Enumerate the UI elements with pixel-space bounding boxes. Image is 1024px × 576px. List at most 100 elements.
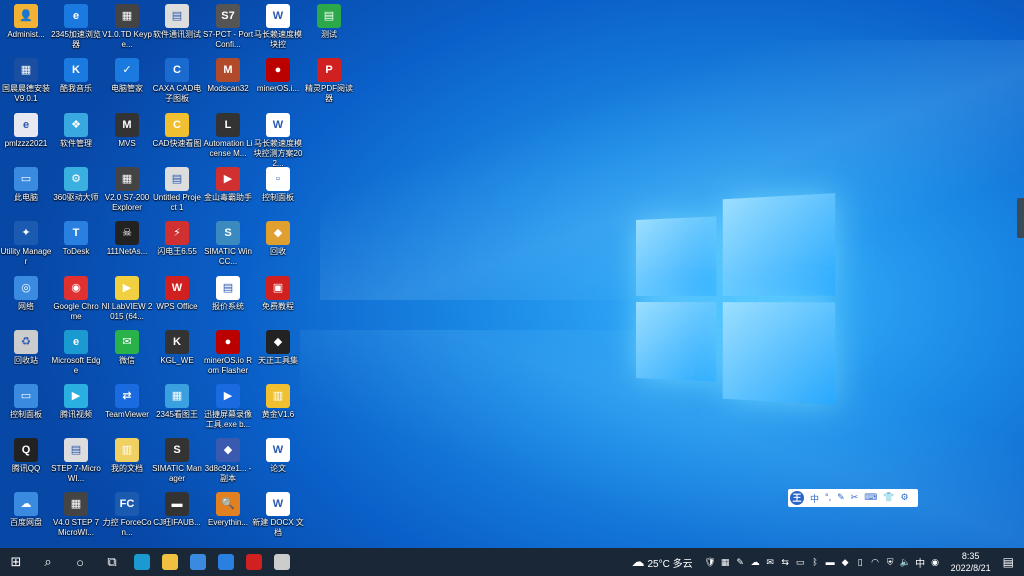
desktop-icon[interactable]: ▤ 测试	[303, 4, 355, 40]
desktop-icon[interactable]: ▤ STEP 7-MicroWI...	[50, 438, 102, 484]
taskbar-store-icon[interactable]	[184, 548, 212, 576]
desktop-icon[interactable]: K 酷我音乐	[50, 58, 102, 94]
desktop-icon[interactable]: ▶ 腾讯视频	[50, 384, 102, 420]
tray-network-icon[interactable]: ⇆	[779, 557, 792, 568]
desktop-icon[interactable]: 👤 Administ...	[0, 4, 52, 40]
ime-button[interactable]: °,	[825, 492, 831, 505]
desktop-icon[interactable]: ✓ 电脑管家	[101, 58, 153, 94]
desktop-icon[interactable]: e Microsoft Edge	[50, 330, 102, 376]
desktop-icon[interactable]: C CAXA CAD电子图板	[151, 58, 203, 104]
desktop-icon[interactable]: ◆ 回收	[252, 221, 304, 257]
side-panel-handle[interactable]	[1017, 198, 1024, 238]
desktop-icon[interactable]: ▦ V2.0 S7-200 Explorer	[101, 167, 153, 213]
desktop-icon[interactable]: ▤ 软件通讯测试	[151, 4, 203, 40]
desktop-icon[interactable]: ▫ 控制面板	[252, 167, 304, 203]
desktop-icon[interactable]: ✉ 微信	[101, 330, 153, 366]
ime-button[interactable]: 中	[810, 492, 819, 505]
desktop-icon[interactable]: L Automation License M...	[202, 113, 254, 159]
tray-battery-icon[interactable]: ▬	[824, 557, 837, 567]
taskbar-wps-icon[interactable]	[240, 548, 268, 576]
desktop-icon[interactable]: ▭ 此电脑	[0, 167, 52, 203]
desktop-icon[interactable]: ▶ 迅捷屏幕录像工具.exe b...	[202, 384, 254, 430]
desktop-icon[interactable]: W WPS Office	[151, 276, 203, 312]
taskbar-ie-icon[interactable]	[212, 548, 240, 576]
weather-text[interactable]: 25°C 多云	[647, 555, 692, 570]
desktop-icon[interactable]: FC 力控 ForceCon...	[101, 492, 153, 538]
ime-button[interactable]: ✂	[851, 492, 859, 505]
task-view-button[interactable]: ⧉	[96, 548, 128, 576]
desktop-icon[interactable]: C CAD快速看图	[151, 113, 203, 149]
desktop-icon[interactable]: 🔍 Everythin...	[202, 492, 254, 528]
desktop-icon[interactable]: M Modscan32	[202, 58, 254, 94]
ime-button[interactable]: ✎	[837, 492, 845, 505]
desktop-icon[interactable]: ▶ 金山毒霸助手	[202, 167, 254, 203]
ime-toolbar[interactable]: 王 中 °, ✎ ✂ ⌨ 👕 ⚙	[788, 489, 918, 507]
tray-security-icon[interactable]: ⛨	[884, 557, 897, 568]
clock[interactable]: 8:35 2022/8/21	[951, 550, 991, 574]
tray-wifi-icon[interactable]: ◠	[869, 557, 882, 568]
tray-monitor-icon[interactable]: ▭	[794, 557, 807, 568]
tray-antivirus-icon[interactable]: ◆	[839, 557, 852, 568]
ime-button[interactable]: ⌨	[864, 492, 877, 505]
desktop-icon[interactable]: ✦ Utility Manager	[0, 221, 52, 267]
desktop-icon[interactable]: e 2345加速浏览器	[50, 4, 102, 50]
tray-pen-icon[interactable]: ✎	[734, 557, 747, 568]
desktop-icon[interactable]: M MVS	[101, 113, 153, 149]
tray-volume-icon[interactable]: 🔈	[899, 557, 912, 568]
ime-logo-icon[interactable]: 王	[790, 491, 804, 505]
desktop-icon[interactable]: S SIMATIC Manager	[151, 438, 203, 484]
tray-usb-icon[interactable]: ▯	[854, 557, 867, 568]
start-button[interactable]: ⊞	[0, 548, 32, 576]
desktop-icon[interactable]: Q 腾讯QQ	[0, 438, 52, 474]
desktop-icon[interactable]: ▬ CJ旺IFAUB...	[151, 492, 203, 528]
desktop-icon[interactable]: ♻ 回收站	[0, 330, 52, 366]
desktop-icon[interactable]: e pmlzzz2021	[0, 113, 52, 149]
desktop-icon[interactable]: ⇄ TeamViewer	[101, 384, 153, 420]
desktop-icon[interactable]: T ToDesk	[50, 221, 102, 257]
tray-bluetooth-icon[interactable]: ᛒ	[809, 557, 822, 567]
tray-wechat-icon[interactable]: ✉	[764, 557, 777, 568]
taskbar-app-window-icon[interactable]	[268, 548, 296, 576]
desktop-icon[interactable]: ⚙ 360驱动大师	[50, 167, 102, 203]
desktop-icon[interactable]: ▶ NI LabVIEW 2015 (64...	[101, 276, 153, 322]
notification-icon[interactable]: ▤	[1003, 555, 1014, 569]
search-button[interactable]: ⌕	[32, 548, 64, 576]
desktop-icon[interactable]: ▤ Untitled Project 1	[151, 167, 203, 213]
desktop-icon[interactable]: ◎ 网络	[0, 276, 52, 312]
desktop-icon[interactable]: W 论文	[252, 438, 304, 474]
desktop-icon[interactable]: ▦ 国晨晨德安装V9.0.1	[0, 58, 52, 104]
desktop-icon[interactable]: ▦ V1.0.TD Keype...	[101, 4, 153, 50]
desktop-icon[interactable]: ● minerOS.io Rom Flasher	[202, 330, 254, 376]
desktop-icon[interactable]: ● minerOS.i...	[252, 58, 304, 94]
desktop-icon[interactable]: W 新建 DOCX 文档	[252, 492, 304, 538]
desktop-icon[interactable]: ☁ 百度网盘	[0, 492, 52, 528]
desktop-icon[interactable]: W 马长赖速度模块控	[252, 4, 304, 50]
tray-shield-icon[interactable]: 🛡	[704, 557, 717, 568]
desktop-icon[interactable]: ◆ 3d8c92e1... - 副本	[202, 438, 254, 484]
tray-ime-app-icon[interactable]: ◉	[929, 557, 942, 568]
taskbar-edge-icon[interactable]	[128, 548, 156, 576]
taskbar-file-explorer-icon[interactable]	[156, 548, 184, 576]
desktop-icon[interactable]: ▥ 我的文档	[101, 438, 153, 474]
desktop-icon[interactable]: ▦ 2345看图王	[151, 384, 203, 420]
desktop-icon[interactable]: ▥ 黄金V1.6	[252, 384, 304, 420]
desktop-icon[interactable]: ▦ V4.0 STEP 7 MicroWI...	[50, 492, 102, 538]
desktop-icon[interactable]: ⚡ 闪电王6.55	[151, 221, 203, 257]
desktop-icon[interactable]: ◉ Google Chrome	[50, 276, 102, 322]
desktop-icon[interactable]: ▤ 报价系统	[202, 276, 254, 312]
desktop-icon[interactable]: S SIMATIC WinCC...	[202, 221, 254, 267]
ime-indicator[interactable]: 中	[914, 555, 927, 570]
desktop-icon[interactable]: ▣ 免费教程	[252, 276, 304, 312]
tray-app-icon[interactable]: ▦	[719, 557, 732, 568]
desktop-icon[interactable]: S7 S7-PCT - Port Confi...	[202, 4, 254, 50]
desktop-icon[interactable]: ❖ 软件管理	[50, 113, 102, 149]
desktop-icon[interactable]: ▭ 控制面板	[0, 384, 52, 420]
cortana-button[interactable]: ○	[64, 548, 96, 576]
weather-icon[interactable]: ☁	[631, 554, 644, 570]
ime-button[interactable]: ⚙	[900, 492, 908, 505]
desktop-icon[interactable]: ◆ 天正工具集	[252, 330, 304, 366]
desktop-icon[interactable]: W 马长赖速度模块控测方案202...	[252, 113, 304, 169]
desktop-icon[interactable]: ☠ 111NetAs...	[101, 221, 153, 257]
tray-cloud-icon[interactable]: ☁	[749, 557, 762, 568]
desktop-icon[interactable]: K KGL_WE	[151, 330, 203, 366]
